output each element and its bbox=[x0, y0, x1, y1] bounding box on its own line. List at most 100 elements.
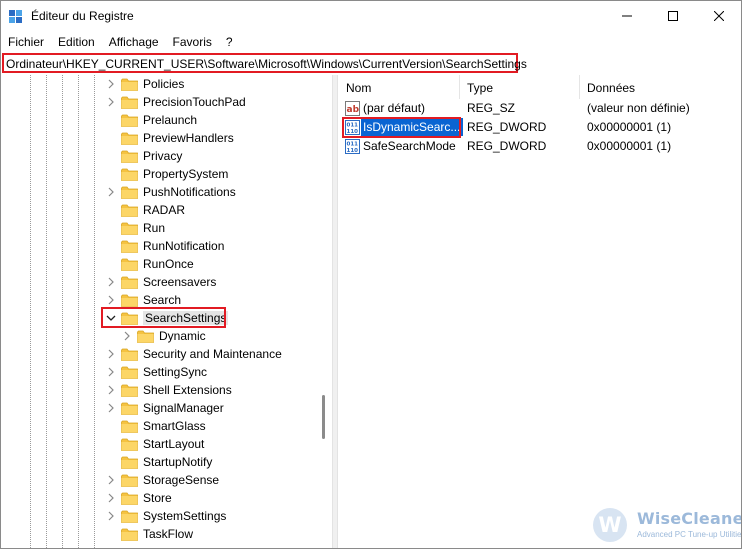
chevron-right-icon[interactable] bbox=[105, 507, 117, 525]
chevron-right-icon[interactable] bbox=[105, 471, 117, 489]
tree-item[interactable]: Dynamic bbox=[121, 327, 206, 345]
tree-item[interactable]: Screensavers bbox=[105, 273, 216, 291]
key-tree[interactable]: Policies PrecisionTouchPad Prelaunch Previe… bbox=[1, 75, 332, 548]
tree-item-label: Screensavers bbox=[143, 275, 217, 289]
watermark-tagline: Advanced PC Tune-up Utilities bbox=[637, 530, 742, 539]
chevron-right-icon[interactable] bbox=[105, 93, 117, 111]
tree-item[interactable]: SettingSync bbox=[105, 363, 207, 381]
folder-icon bbox=[121, 150, 138, 163]
value-type: REG_SZ bbox=[467, 101, 516, 115]
tree-item-label: SettingSync bbox=[143, 365, 208, 379]
close-icon bbox=[714, 11, 724, 21]
tree-item[interactable]: RADAR bbox=[105, 201, 185, 219]
column-header-data[interactable]: Données bbox=[580, 75, 741, 99]
tree-item[interactable]: RunOnce bbox=[105, 255, 194, 273]
tree-item[interactable]: Run bbox=[105, 219, 165, 237]
values-list[interactable]: Nom Type Données ab (par défaut) REG_SZ … bbox=[339, 75, 741, 548]
menu-help[interactable]: ? bbox=[219, 32, 240, 52]
chevron-right-icon[interactable] bbox=[105, 183, 117, 201]
folder-icon bbox=[121, 384, 138, 397]
folder-icon bbox=[121, 438, 138, 451]
tree-item[interactable]: Store bbox=[105, 489, 172, 507]
highlight-annotation-box bbox=[101, 307, 226, 328]
tree-item[interactable]: Shell Extensions bbox=[105, 381, 232, 399]
tree-scrollbar-thumb[interactable] bbox=[322, 395, 325, 439]
chevron-right-icon[interactable] bbox=[105, 381, 117, 399]
wisecleaner-watermark: W WiseCleaner Advanced PC Tune-up Utilit… bbox=[593, 506, 742, 546]
column-header-type[interactable]: Type bbox=[460, 75, 580, 99]
tree-item-label: SystemSettings bbox=[143, 509, 227, 523]
tree-item-label: SignalManager bbox=[143, 401, 224, 415]
tree-item-label: RADAR bbox=[143, 203, 186, 217]
tree-item-label: Prelaunch bbox=[143, 113, 198, 127]
chevron-right-icon[interactable] bbox=[105, 273, 117, 291]
value-row[interactable]: ab (par défaut) REG_SZ (valeur non défin… bbox=[339, 99, 741, 118]
tree-item[interactable]: SignalManager bbox=[105, 399, 224, 417]
folder-icon bbox=[121, 348, 138, 361]
maximize-button[interactable] bbox=[650, 1, 696, 31]
close-button[interactable] bbox=[696, 1, 741, 31]
chevron-right-icon[interactable] bbox=[105, 489, 117, 507]
folder-icon bbox=[121, 510, 138, 523]
value-name: (par défaut) bbox=[363, 101, 426, 115]
tree-item-label: Search bbox=[143, 293, 182, 307]
tree-item-label: PropertySystem bbox=[143, 167, 229, 181]
chevron-right-icon[interactable] bbox=[121, 327, 133, 345]
title-bar: Éditeur du Registre bbox=[1, 1, 741, 31]
tree-guide-line bbox=[78, 75, 79, 548]
tree-item[interactable]: SmartGlass bbox=[105, 417, 206, 435]
tree-item[interactable]: StartupNotify bbox=[105, 453, 212, 471]
folder-icon bbox=[121, 132, 138, 145]
tree-item[interactable]: RunNotification bbox=[105, 237, 224, 255]
folder-icon bbox=[121, 240, 138, 253]
value-data: 0x00000001 (1) bbox=[587, 139, 672, 153]
tree-item[interactable]: SystemSettings bbox=[105, 507, 226, 525]
folder-icon bbox=[121, 114, 138, 127]
maximize-icon bbox=[668, 11, 678, 21]
tree-item[interactable]: StartLayout bbox=[105, 435, 204, 453]
tree-item[interactable]: Prelaunch bbox=[105, 111, 197, 129]
tree-guide-line bbox=[62, 75, 63, 548]
tree-guide-line bbox=[94, 75, 95, 548]
minimize-button[interactable] bbox=[604, 1, 650, 31]
string-value-icon: ab bbox=[345, 101, 360, 116]
tree-item[interactable]: StorageSense bbox=[105, 471, 219, 489]
tree-item-label: TaskFlow bbox=[143, 527, 194, 541]
folder-icon bbox=[121, 222, 138, 235]
tree-item[interactable]: Privacy bbox=[105, 147, 182, 165]
tree-guide-line bbox=[30, 75, 31, 548]
chevron-right-icon[interactable] bbox=[105, 75, 117, 93]
folder-icon bbox=[121, 258, 138, 271]
value-row[interactable]: 011 110 SafeSearchMode REG_DWORD 0x00000… bbox=[339, 137, 741, 156]
value-name: SafeSearchMode bbox=[363, 139, 456, 153]
menu-edit[interactable]: Edition bbox=[51, 32, 102, 52]
folder-icon bbox=[121, 168, 138, 181]
pane-splitter[interactable] bbox=[332, 75, 338, 548]
tree-item-label: PrecisionTouchPad bbox=[143, 95, 246, 109]
tree-item[interactable]: PrecisionTouchPad bbox=[105, 93, 246, 111]
tree-item[interactable]: TaskFlow bbox=[105, 525, 193, 543]
menu-file[interactable]: Fichier bbox=[1, 32, 51, 52]
folder-icon bbox=[121, 474, 138, 487]
watermark-name: WiseCleaner bbox=[637, 509, 742, 528]
folder-icon bbox=[121, 402, 138, 415]
chevron-right-icon[interactable] bbox=[105, 345, 117, 363]
tree-item-label: Dynamic bbox=[159, 329, 206, 343]
tree-item[interactable]: PropertySystem bbox=[105, 165, 228, 183]
menu-favorites[interactable]: Favoris bbox=[166, 32, 219, 52]
chevron-right-icon[interactable] bbox=[105, 399, 117, 417]
column-header-name[interactable]: Nom bbox=[339, 75, 460, 99]
tree-item-label: Security and Maintenance bbox=[143, 347, 282, 361]
svg-text:ab: ab bbox=[347, 105, 360, 115]
tree-item[interactable]: PushNotifications bbox=[105, 183, 236, 201]
wisecleaner-logo-icon: W bbox=[593, 508, 627, 542]
menu-view[interactable]: Affichage bbox=[102, 32, 166, 52]
folder-icon bbox=[121, 492, 138, 505]
binary-value-icon: 011 110 bbox=[345, 139, 360, 154]
chevron-right-icon[interactable] bbox=[105, 363, 117, 381]
tree-item[interactable]: Security and Maintenance bbox=[105, 345, 282, 363]
tree-item-label: PreviewHandlers bbox=[143, 131, 234, 145]
tree-item[interactable]: Policies bbox=[105, 75, 184, 93]
address-bar[interactable]: Ordinateur\HKEY_CURRENT_USER\Software\Mi… bbox=[2, 53, 527, 73]
tree-item[interactable]: PreviewHandlers bbox=[105, 129, 234, 147]
